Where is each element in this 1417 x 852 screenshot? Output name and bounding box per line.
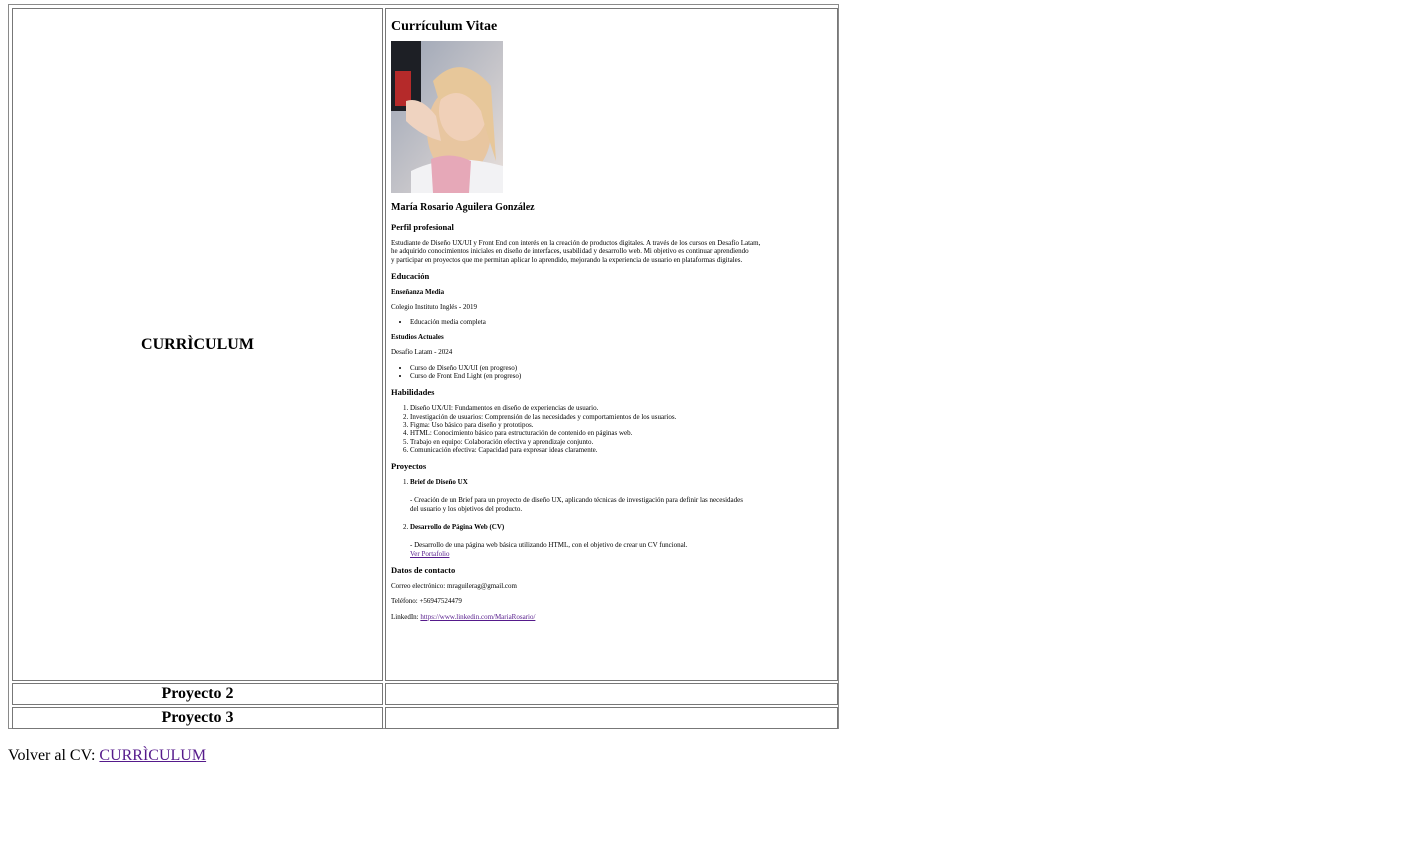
profile-photo [391,41,503,193]
proyecto-3-header: Proyecto 3 [161,709,234,726]
cv-name: María Rosario Aguilera González [391,202,535,213]
list-item: Diseño UX/UI: Fundamentos en diseño de e… [410,404,831,412]
footer: Volver al CV: CURRÌCULUM [8,746,206,766]
proyecto-3-content-cell [385,707,838,729]
contacto-heading: Datos de contacto [391,564,456,575]
proyecto-item: Brief de Diseño UX - Creación de un Brie… [410,478,831,513]
list-item: HTML: Conocimiento básico para estructur… [410,429,831,437]
proyecto-3-header-cell: Proyecto 3 [12,707,383,729]
list-item: Figma: Uso básico para diseño y prototip… [410,421,831,429]
portfolio-link[interactable]: Ver Portafolio [410,550,449,558]
proyecto-2-content-cell [385,683,838,705]
curriculum-header-cell: CURRÌCULUM [12,8,383,681]
proyecto-title: Brief de Diseño UX [410,478,468,487]
list-item: Trabajo en equipo: Colaboración efectiva… [410,438,831,446]
perfil-text: Estudiante de Diseño UX/UI y Front End c… [391,239,831,264]
habilidades-list: Diseño UX/UI: Fundamentos en diseño de e… [391,404,831,454]
cv-table: CURRÌCULUM Currículum Vitae María Rosari… [8,4,839,729]
linkedin-label: LinkedIn: [391,612,421,621]
proyectos-heading: Proyectos [391,461,427,472]
contact-phone: Teléfono: +56947524479 [391,597,462,606]
proyecto-item: Desarrollo de Página Web (CV) - Desarrol… [410,523,831,558]
contact-email: Correo electrónico: mraguilerag@gmail.co… [391,581,517,590]
list-item: Curso de Diseño UX/UI (en progreso) [410,364,831,372]
media-heading: Enseñanza Media [391,287,445,296]
perfil-line: Estudiante de Diseño UX/UI y Front End c… [391,239,761,247]
actuales-list: Curso de Diseño UX/UI (en progreso) Curs… [391,364,831,381]
proyecto-2-header-cell: Proyecto 2 [12,683,383,705]
footer-label: Volver al CV: [8,747,100,764]
habilidades-heading: Habilidades [391,387,435,398]
proyecto-desc-line: - Creación de un Brief para un proyecto … [410,496,743,505]
actuales-heading: Estudios Actuales [391,333,444,342]
educacion-heading: Educación [391,270,430,281]
list-item: Investigación de usuarios: Comprensión d… [410,413,831,421]
media-school: Colegio Instituto Inglés - 2019 [391,302,477,311]
back-to-cv-link[interactable]: CURRÌCULUM [99,747,206,764]
perfil-line: he adquirido conocimientos iniciales en … [391,247,749,256]
proyecto-desc-line: del usuario y los objetivos del producto… [410,504,523,513]
cv-content: Currículum Vitae María Rosario Aguilera … [391,9,831,628]
cv-title: Currículum Vitae [391,19,498,34]
proyecto-desc-line: - Desarrollo de una página web básica ut… [410,541,688,550]
media-list: Educación media completa [391,318,831,326]
linkedin-link[interactable]: https://www.linkedin.com/MariaRosario/ [420,613,535,621]
contact-linkedin: LinkedIn: https://www.linkedin.com/Maria… [391,613,831,621]
list-item: Comunicación efectiva: Capacidad para ex… [410,446,831,454]
proyectos-list: Brief de Diseño UX - Creación de un Brie… [391,478,831,558]
proyecto-2-header: Proyecto 2 [161,685,234,702]
perfil-line: y participar en proyectos que me permita… [391,255,743,264]
actuales-school: Desafío Latam - 2024 [391,348,453,357]
proyecto-desc: - Desarrollo de una página web básica ut… [410,541,831,558]
curriculum-header: CURRÌCULUM [141,335,254,353]
proyecto-desc: - Creación de un Brief para un proyecto … [410,496,831,513]
list-item: Curso de Front End Light (en progreso) [410,372,831,380]
cv-content-cell: Currículum Vitae María Rosario Aguilera … [385,8,838,681]
list-item: Educación media completa [410,318,831,326]
perfil-heading: Perfil profesional [391,222,454,232]
proyecto-title: Desarrollo de Página Web (CV) [410,523,505,532]
